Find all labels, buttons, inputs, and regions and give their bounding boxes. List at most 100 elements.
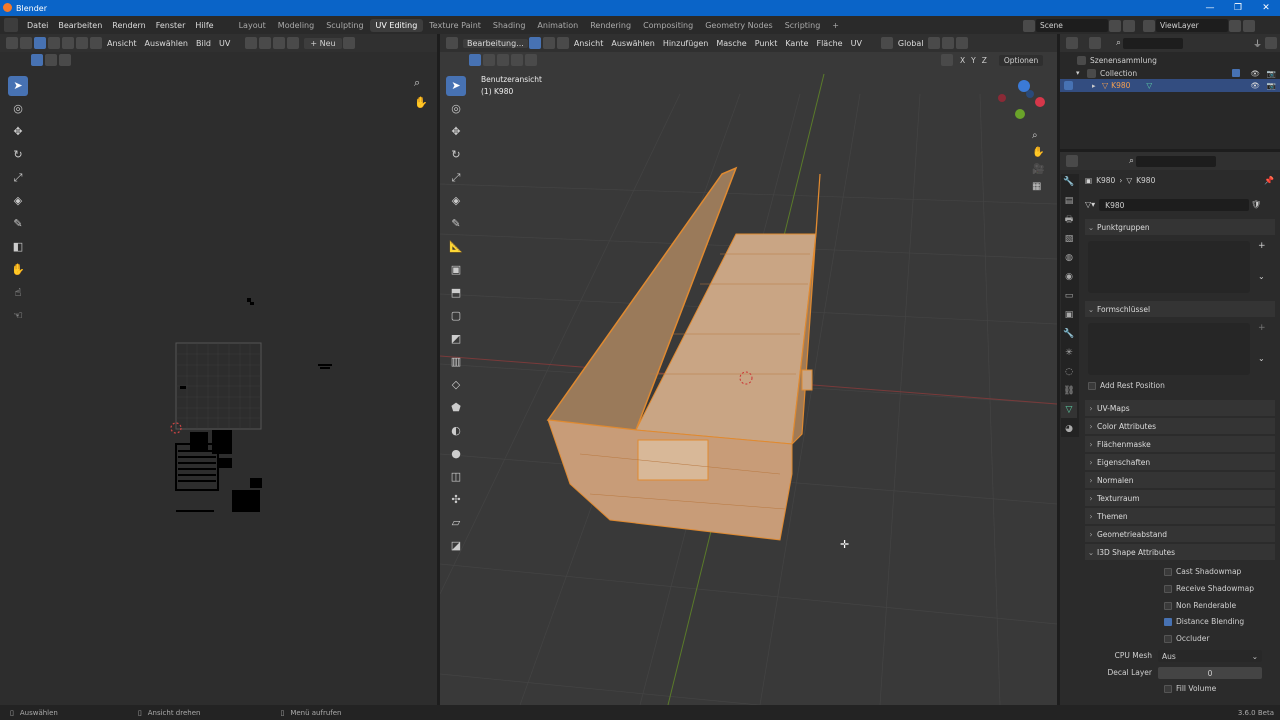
viewlayer-tab-icon[interactable]: ▧ [1061,231,1077,247]
fill-volume-row[interactable]: Fill Volume [1164,684,1216,693]
vp-menu-hinzufuegen[interactable]: Hinzufügen [659,39,713,48]
properties-search-icon[interactable]: ⌕ [1129,156,1134,166]
vp-menu-kante[interactable]: Kante [781,39,812,48]
add-rest-position-row[interactable]: Add Rest Position [1088,381,1165,390]
collection-expand-icon[interactable]: ▾ [1076,69,1086,77]
menu-bearbeiten[interactable]: Bearbeiten [53,21,107,30]
section-normalen[interactable]: › Normalen [1085,472,1275,488]
outliner-row-object[interactable]: ▸ ▽ K980 ▽ 👁 📷 [1060,79,1280,92]
i3d-distance-blending-row[interactable]: Distance Blending [1164,617,1244,626]
section-i3d-shape-attributes[interactable]: ⌄ I3D Shape Attributes [1085,544,1275,560]
menu-hilfe[interactable]: Hilfe [190,21,218,30]
outliner-row-collection[interactable]: ▾ Collection 👁 📷 [1076,67,1280,79]
particles-tab-icon[interactable]: ✳ [1061,345,1077,361]
object-render-icon[interactable]: 📷 [1267,81,1276,90]
menu-fenster[interactable]: Fenster [151,21,191,30]
pivot-point-icon[interactable] [928,37,941,49]
section-uv-maps[interactable]: › UV-Maps [1085,400,1275,416]
section-formschluessel[interactable]: ⌄ Formschlüssel [1085,301,1275,317]
edge-select-icon[interactable] [48,37,60,49]
face-select-icon[interactable] [62,37,74,49]
snap-icon[interactable] [259,37,272,49]
uv-menu-auswaehlen[interactable]: Auswählen [141,39,192,48]
collection-include-checkbox[interactable] [1232,69,1240,77]
display-mode-icon[interactable] [1089,37,1101,49]
vp-select-invert-icon[interactable] [511,54,523,66]
mesh-browse-icon[interactable]: ▽▾ [1085,200,1095,209]
workspace-tab-compositing[interactable]: Compositing [637,19,699,32]
orientation-dropdown[interactable]: Global [894,39,928,48]
collection-visibility-icon[interactable]: 👁 [1250,69,1260,78]
material-tab-icon[interactable]: ◕ [1061,421,1077,437]
snapping-icon[interactable] [942,37,955,49]
data-tab-icon[interactable]: ▽ [1061,402,1077,418]
vp-cursor-tool-icon[interactable]: ◎ [446,99,466,119]
vp-menu-flaeche[interactable]: Fläche [812,39,846,48]
collection-render-icon[interactable]: 📷 [1267,69,1276,78]
collection-tab-icon[interactable]: ▭ [1061,288,1077,304]
vp-menu-uv[interactable]: UV [847,39,866,48]
delete-scene-icon[interactable] [1123,19,1135,32]
vp-smooth-tool-icon[interactable]: ● [446,444,466,464]
i3d-occluder-row[interactable]: Occluder [1164,634,1209,643]
i3d-cast-shadowmap-row[interactable]: Cast Shadowmap [1164,567,1241,576]
shape-key-menu-icon[interactable]: ⌄ [1258,354,1265,363]
properties-search-input[interactable] [1136,155,1217,167]
vp-extrude-tool-icon[interactable]: ⬒ [446,283,466,303]
distance-blending-checkbox[interactable] [1164,617,1172,626]
menu-rendern[interactable]: Rendern [107,21,150,30]
outliner[interactable]: ⌕ ⏚ Szenensammlung ▾ Collection 👁 📷 ▸ ▽ … [1060,34,1280,149]
minimize-button[interactable]: — [1196,0,1224,16]
modifier-tab-icon[interactable]: 🔧 [1061,326,1077,342]
non-renderable-checkbox[interactable] [1164,601,1172,610]
workspace-tab-texture-paint[interactable]: Texture Paint [423,19,487,32]
vp-select-extend-icon[interactable] [483,54,495,66]
receive-shadowmap-checkbox[interactable] [1164,584,1172,593]
section-geometrieabstand[interactable]: › Geometrieabstand [1085,526,1275,542]
vertex-mode-icon[interactable] [528,37,541,49]
physics-tab-icon[interactable]: ◌ [1061,364,1077,380]
uv-sync-icon[interactable] [20,37,32,49]
vp-spin-tool-icon[interactable]: ◐ [446,421,466,441]
workspace-tab-uv-editing[interactable]: UV Editing [369,18,424,32]
workspace-tab-sculpting[interactable]: Sculpting [320,19,369,32]
vp-perspective-icon[interactable]: ▦ [1032,181,1044,192]
vp-pan-icon[interactable]: ✋ [1032,147,1044,158]
properties-type-icon[interactable] [1066,155,1078,167]
vp-select-intersect-icon[interactable] [525,54,537,66]
add-rest-position-checkbox[interactable] [1088,381,1096,390]
section-eigenschaften[interactable]: › Eigenschaften [1085,454,1275,470]
vp-move-tool-icon[interactable]: ✥ [446,122,466,142]
pivot-icon[interactable] [245,37,258,49]
vp-add-cube-tool-icon[interactable]: ▣ [446,260,466,280]
blender-menu-icon[interactable] [4,18,18,32]
maximize-button[interactable]: ❐ [1224,0,1252,16]
i3d-non-renderable-row[interactable]: Non Renderable [1164,601,1236,610]
section-color-attributes[interactable]: › Color Attributes [1085,418,1275,434]
vp-select-tool-icon[interactable]: ➤ [446,75,466,96]
vp-measure-tool-icon[interactable]: 📐 [446,237,466,257]
vp-rotate-tool-icon[interactable]: ↻ [446,145,466,165]
editor-type-icon[interactable] [6,37,18,49]
vp-menu-punkt[interactable]: Punkt [751,39,782,48]
workspace-tab-layout[interactable]: Layout [233,19,272,32]
occluder-checkbox[interactable] [1164,634,1172,643]
workspace-tab-rendering[interactable]: Rendering [584,19,637,32]
render-tab-icon[interactable]: ▤ [1061,193,1077,209]
viewport-3d[interactable]: Bearbeitung... Ansicht Auswählen Hinzufü… [440,34,1057,705]
world-tab-icon[interactable]: ◉ [1061,269,1077,285]
workspace-tab-animation[interactable]: Animation [531,19,584,32]
options-dropdown[interactable]: Optionen [998,54,1044,66]
vp-annotate-tool-icon[interactable]: ✎ [446,214,466,234]
new-collection-icon[interactable] [1265,37,1277,49]
vertex-groups-list[interactable] [1088,241,1250,293]
vp-zoom-icon[interactable]: ⌕ [1032,130,1044,141]
vp-camera-icon[interactable]: 🎥 [1032,164,1044,175]
section-punktgruppen[interactable]: ⌄ Punktgruppen [1085,219,1275,235]
vp-menu-masche[interactable]: Masche [712,39,750,48]
vp-shear-tool-icon[interactable]: ▱ [446,513,466,533]
mirror-z-toggle[interactable]: Z [982,56,987,65]
mirror-y-toggle[interactable]: Y [971,56,976,65]
section-flaechenmaske[interactable]: › Flächenmaske [1085,436,1275,452]
section-themen[interactable]: › Themen [1085,508,1275,524]
